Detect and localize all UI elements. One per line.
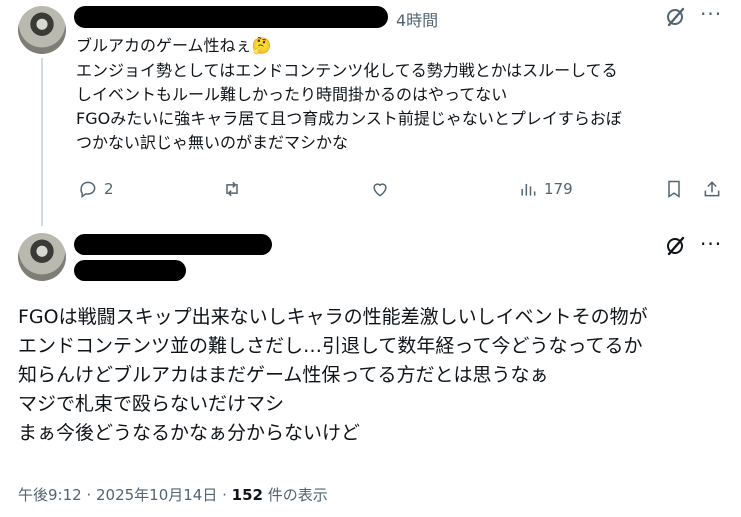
grok-slash-icon (667, 7, 685, 27)
main-author-name-redacted[interactable] (74, 234, 272, 255)
post-views-number: 152 (231, 486, 263, 504)
bar-chart-icon (521, 184, 536, 196)
reply-text-body: エンジョイ勢としてはエンドコンテンツ化してる勢力戦とかはスルーしてる しイベント… (76, 61, 622, 152)
reply-count: 2 (104, 180, 114, 198)
post-meta: 午後9:12 · 2025年10月14日 · 152 件の表示 (18, 484, 328, 505)
retweet-button[interactable] (222, 179, 242, 199)
reply-avatar[interactable] (18, 6, 66, 54)
main-grok-icon[interactable] (664, 233, 688, 261)
reply-author-redacted[interactable] (74, 6, 388, 28)
share-arrow-icon (704, 181, 720, 197)
bookmark-button[interactable] (664, 179, 684, 199)
reply-more-icon[interactable]: ··· (700, 2, 722, 26)
main-author-handle-redacted[interactable] (74, 260, 186, 281)
reply-button[interactable]: 2 (78, 179, 114, 199)
main-more-icon[interactable]: ··· (700, 232, 722, 256)
post-views-suffix: 件の表示 (262, 486, 328, 504)
post-timestamp[interactable]: 午後9:12 · 2025年10月14日 · (18, 486, 232, 504)
main-avatar[interactable] (18, 233, 66, 281)
like-button[interactable] (370, 179, 390, 199)
share-button[interactable] (702, 179, 722, 199)
grok-slash-icon (667, 236, 685, 256)
thread-line (41, 58, 43, 226)
grok-icon[interactable] (664, 4, 688, 32)
main-post-text: FGOは戦闘スキップ出来ないしキャラの性能差激しいしイベントその物が エンドコン… (18, 306, 648, 444)
heart-icon (373, 183, 387, 197)
view-count: 179 (544, 180, 573, 198)
reply-time[interactable]: 4時間 (396, 7, 438, 31)
retweet-arrows-icon (226, 181, 238, 197)
views-button[interactable]: 179 (518, 179, 573, 199)
reply-text-line1: ブルアカのゲーム性ねぇ🤔 (76, 36, 272, 55)
bookmark-icon (668, 180, 680, 198)
reply-bubble-icon (80, 181, 96, 198)
